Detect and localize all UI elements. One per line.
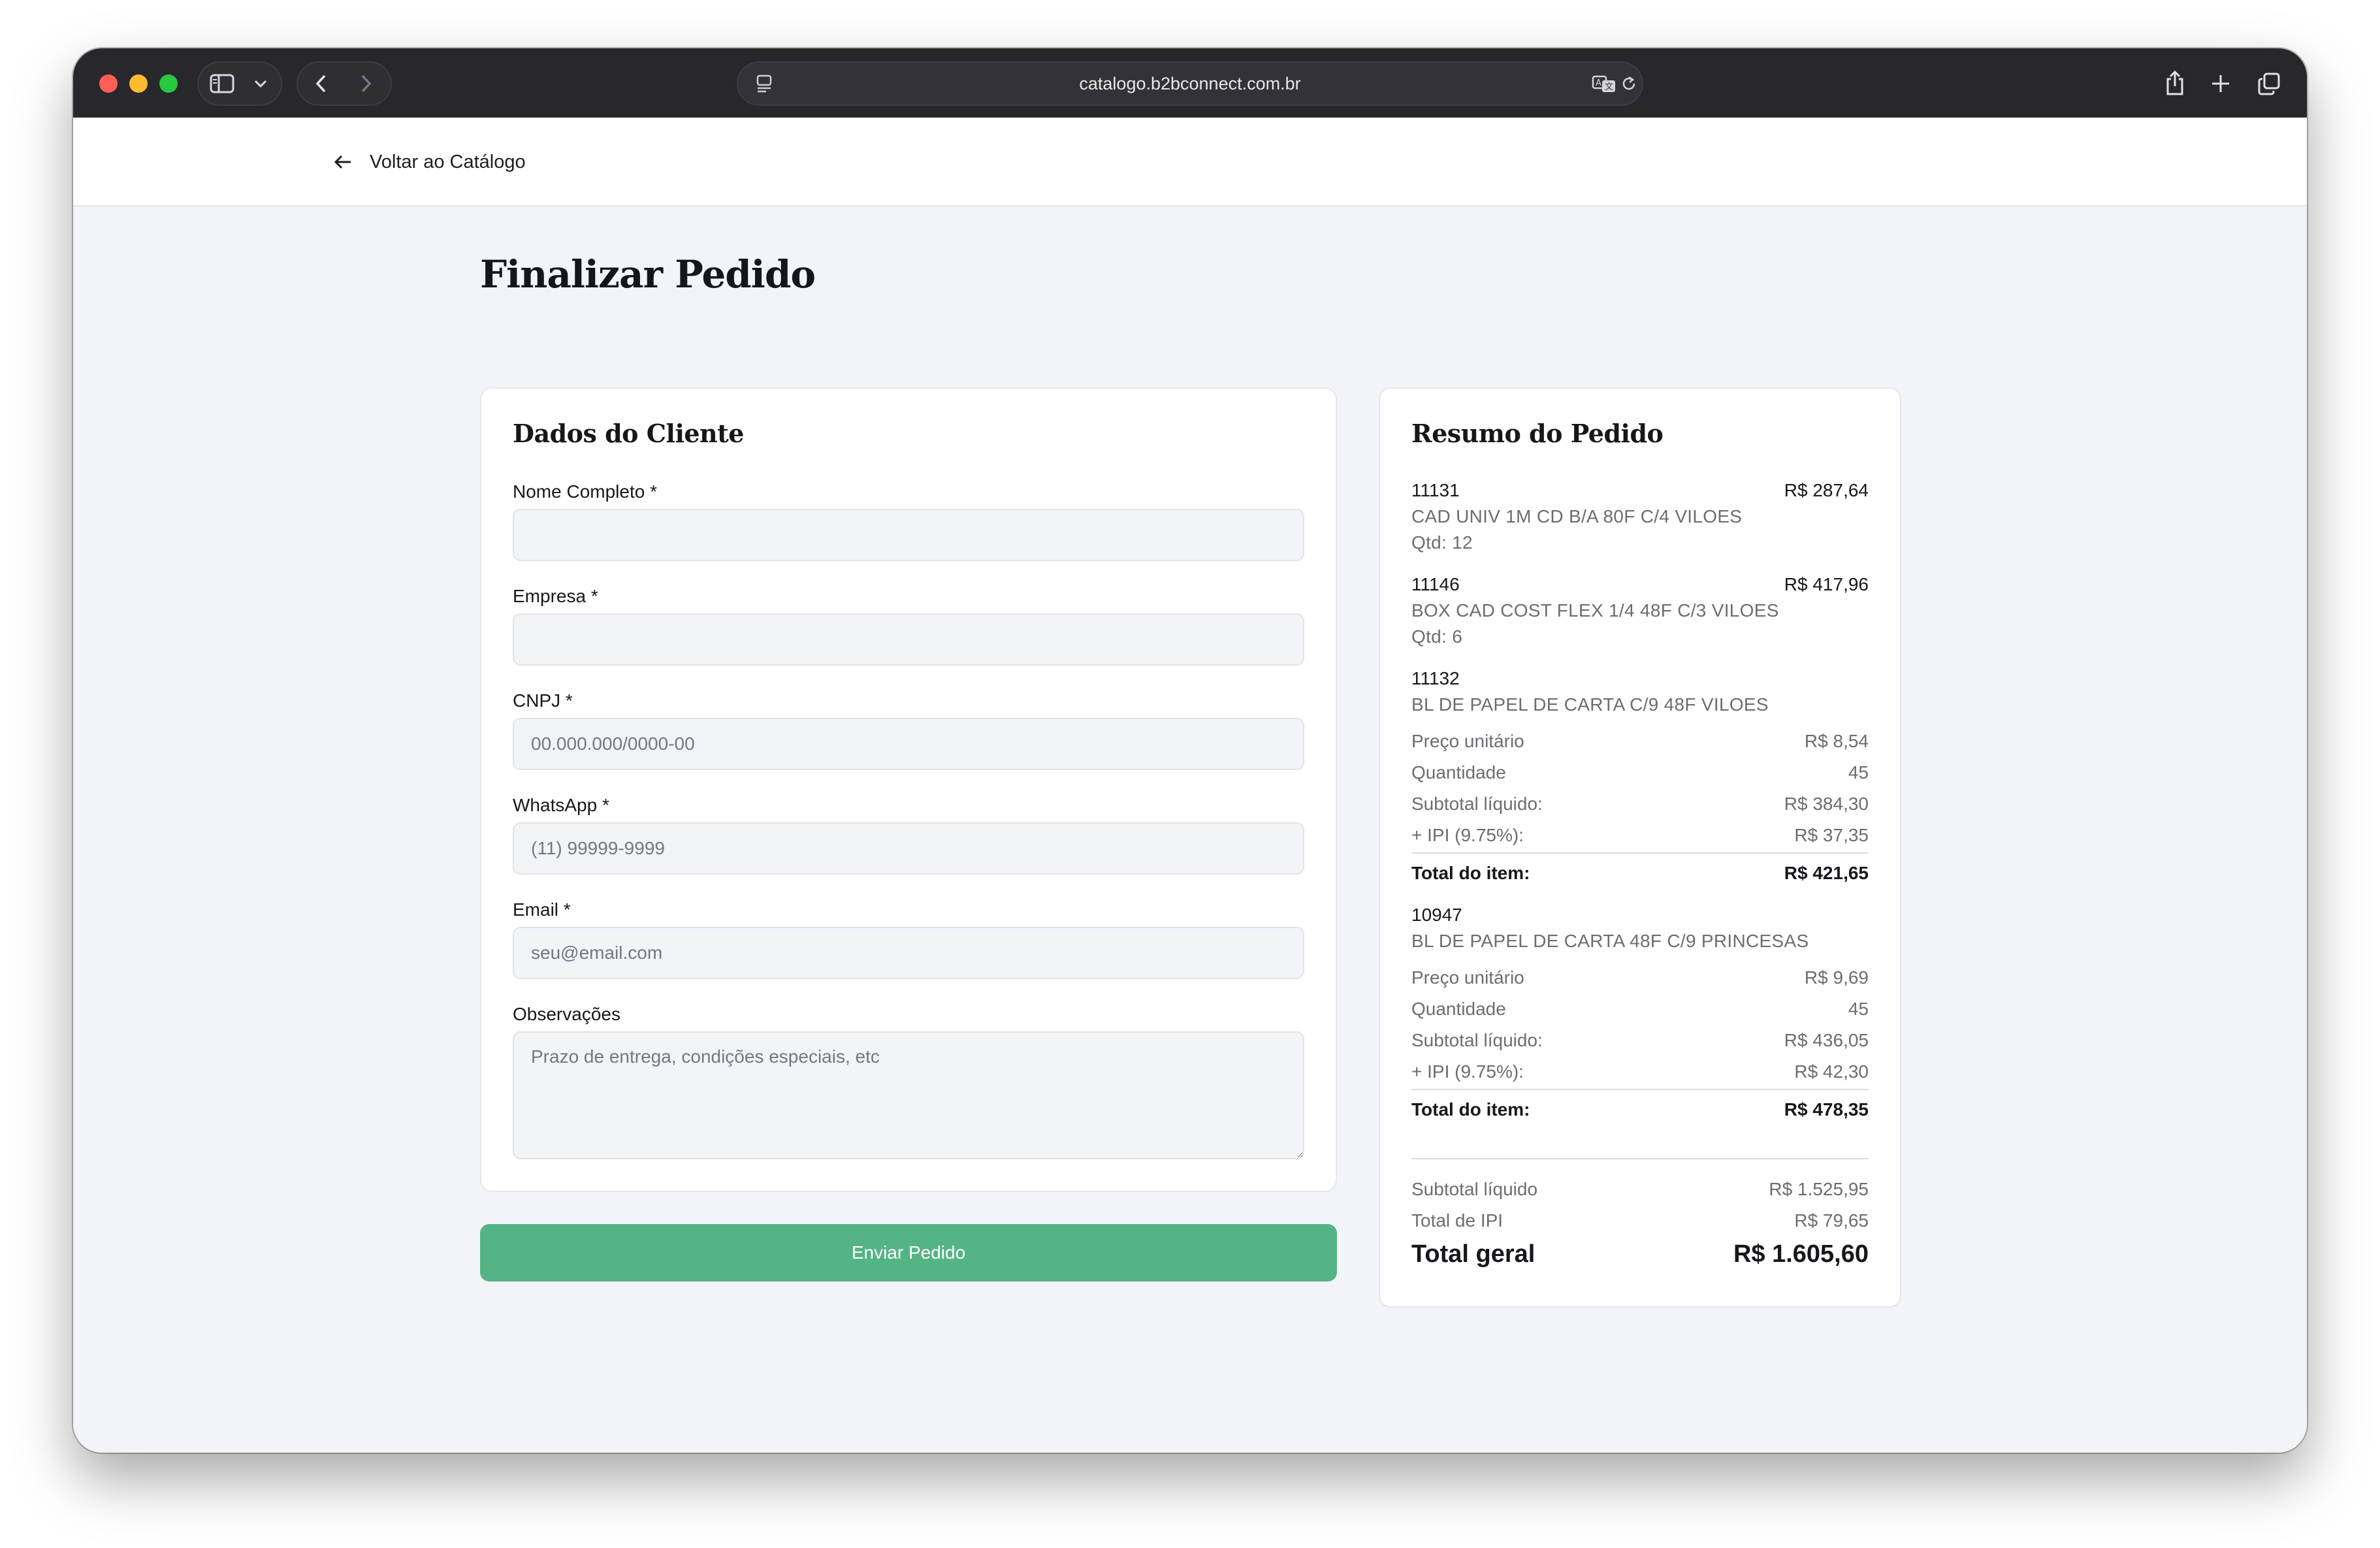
ipi-label: + IPI (9.75%): — [1411, 1061, 1524, 1082]
item-price: R$ 287,64 — [1784, 480, 1869, 500]
summary-item-header: 11131 R$ 287,64 — [1411, 480, 1869, 501]
item-description: BOX CAD COST FLEX 1/4 48F C/3 VILOES — [1411, 600, 1779, 621]
subtotal-value: R$ 384,30 — [1784, 794, 1869, 814]
top-nav: Voltar ao Catálogo — [73, 118, 2307, 206]
quantity-label: Quantidade — [1411, 762, 1506, 782]
quantity-row: Quantidade 45 — [1411, 999, 1869, 1020]
subtotal-row: Subtotal líquido: R$ 436,05 — [1411, 1030, 1869, 1051]
back-icon[interactable] — [308, 72, 334, 95]
grand-total-label: Total geral — [1411, 1240, 1536, 1268]
unit-price-row: Preço unitário R$ 9,69 — [1411, 967, 1869, 988]
company-input[interactable] — [513, 613, 1304, 666]
close-window-button[interactable] — [99, 74, 118, 93]
subtotal-label: Subtotal líquido: — [1411, 794, 1543, 814]
address-bar[interactable]: catalogo.b2bconnect.com.br A文 — [737, 61, 1643, 106]
totals-divider — [1411, 1158, 1869, 1159]
subtotal-value: R$ 436,05 — [1784, 1030, 1869, 1050]
item-description: BL DE PAPEL DE CARTA 48F C/9 PRINCESAS — [1411, 931, 1809, 951]
total-ipi-label: Total de IPI — [1411, 1210, 1504, 1231]
item-description: CAD UNIV 1M CD B/A 80F C/4 VILOES — [1411, 506, 1743, 526]
summary-item-header: 11146 R$ 417,96 — [1411, 574, 1869, 595]
total-ipi-value: R$ 79,65 — [1794, 1210, 1869, 1231]
item-price: R$ 417,96 — [1784, 574, 1869, 594]
item-quantity: Qtd: 12 — [1411, 532, 1473, 553]
share-icon[interactable] — [2161, 68, 2189, 98]
item-divider — [1411, 1089, 1869, 1090]
quantity-value: 45 — [1848, 762, 1869, 782]
total-subtotal-label: Subtotal líquido — [1411, 1179, 1538, 1199]
arrow-left-icon — [333, 153, 353, 170]
grand-total-row: Total geral R$ 1.605,60 — [1411, 1240, 1869, 1268]
zoom-window-button[interactable] — [159, 74, 178, 93]
browser-toolbar: catalogo.b2bconnect.com.br A文 — [73, 48, 2307, 118]
item-code: 10947 — [1411, 905, 1462, 925]
submit-order-button[interactable]: Enviar Pedido — [480, 1224, 1337, 1282]
item-total-value: R$ 478,35 — [1784, 1099, 1869, 1120]
order-summary-title: Resumo do Pedido — [1411, 419, 1664, 448]
email-input[interactable] — [513, 927, 1304, 979]
unit-price-label: Preço unitário — [1411, 731, 1524, 751]
summary-item-header: 11132 — [1411, 668, 1869, 689]
full-name-input[interactable] — [513, 509, 1304, 561]
notes-label: Observações — [513, 1004, 620, 1024]
item-total-row: Total do item: R$ 421,65 — [1411, 863, 1869, 884]
notes-textarea[interactable] — [513, 1031, 1304, 1159]
minimize-window-button[interactable] — [129, 74, 148, 93]
ipi-value: R$ 42,30 — [1794, 1061, 1869, 1082]
whatsapp-input[interactable] — [513, 822, 1304, 875]
svg-text:文: 文 — [1605, 82, 1613, 92]
url-text: catalogo.b2bconnect.com.br — [1079, 74, 1301, 93]
page-content: Voltar ao Catálogo Finalizar Pedido Dado… — [73, 118, 2307, 1453]
svg-text:A: A — [1596, 78, 1601, 88]
quantity-label: Quantidade — [1411, 999, 1506, 1019]
item-divider — [1411, 852, 1869, 854]
unit-price-value: R$ 8,54 — [1804, 731, 1869, 751]
tab-overview-icon[interactable] — [2255, 69, 2283, 98]
company-label: Empresa * — [513, 586, 598, 606]
item-total-value: R$ 421,65 — [1784, 863, 1869, 883]
item-total-row: Total do item: R$ 478,35 — [1411, 1099, 1869, 1120]
total-subtotal-value: R$ 1.525,95 — [1769, 1179, 1869, 1199]
item-code: 11131 — [1411, 480, 1460, 500]
cnpj-input[interactable] — [513, 718, 1304, 770]
ipi-value: R$ 37,35 — [1794, 825, 1869, 845]
quantity-value: 45 — [1848, 999, 1869, 1019]
unit-price-value: R$ 9,69 — [1804, 967, 1869, 988]
unit-price-row: Preço unitário R$ 8,54 — [1411, 731, 1869, 752]
cnpj-label: CNPJ * — [513, 690, 573, 711]
email-label: Email * — [513, 899, 571, 920]
sidebar-icon[interactable] — [209, 73, 235, 94]
subtotal-label: Subtotal líquido: — [1411, 1030, 1543, 1050]
chevron-down-icon[interactable] — [252, 76, 269, 91]
ipi-label: + IPI (9.75%): — [1411, 825, 1524, 845]
forward-icon[interactable] — [353, 72, 379, 95]
item-total-label: Total do item: — [1411, 1099, 1530, 1120]
client-data-card: Dados do Cliente Nome Completo * Empresa… — [480, 387, 1337, 1192]
unit-price-label: Preço unitário — [1411, 967, 1524, 988]
back-to-catalog-link[interactable]: Voltar ao Catálogo — [333, 146, 526, 178]
grand-total-value: R$ 1.605,60 — [1733, 1240, 1869, 1268]
page-title: Finalizar Pedido — [480, 252, 816, 297]
quantity-row: Quantidade 45 — [1411, 762, 1869, 783]
item-quantity: Qtd: 6 — [1411, 626, 1463, 647]
whatsapp-label: WhatsApp * — [513, 795, 609, 815]
back-link-label: Voltar ao Catálogo — [370, 151, 526, 172]
ipi-row: + IPI (9.75%): R$ 37,35 — [1411, 825, 1869, 846]
item-total-label: Total do item: — [1411, 863, 1530, 883]
total-ipi-row: Total de IPI R$ 79,65 — [1411, 1210, 1869, 1231]
new-tab-icon[interactable] — [2206, 69, 2235, 98]
client-data-title: Dados do Cliente — [513, 419, 744, 448]
item-code: 11132 — [1411, 668, 1460, 688]
ipi-row: + IPI (9.75%): R$ 42,30 — [1411, 1061, 1869, 1082]
reload-icon[interactable] — [1618, 73, 1639, 94]
full-name-label: Nome Completo * — [513, 481, 657, 502]
item-description: BL DE PAPEL DE CARTA C/9 48F VILOES — [1411, 694, 1769, 715]
total-subtotal-row: Subtotal líquido R$ 1.525,95 — [1411, 1179, 1869, 1200]
subtotal-row: Subtotal líquido: R$ 384,30 — [1411, 794, 1869, 814]
translate-icon[interactable]: A文 — [1591, 73, 1617, 94]
item-code: 11146 — [1411, 574, 1460, 594]
order-summary-card: Resumo do Pedido 11131 R$ 287,64 CAD UNI… — [1379, 387, 1901, 1308]
browser-window: catalogo.b2bconnect.com.br A文 Voltar ao — [73, 48, 2307, 1453]
summary-item-header: 10947 — [1411, 905, 1869, 926]
